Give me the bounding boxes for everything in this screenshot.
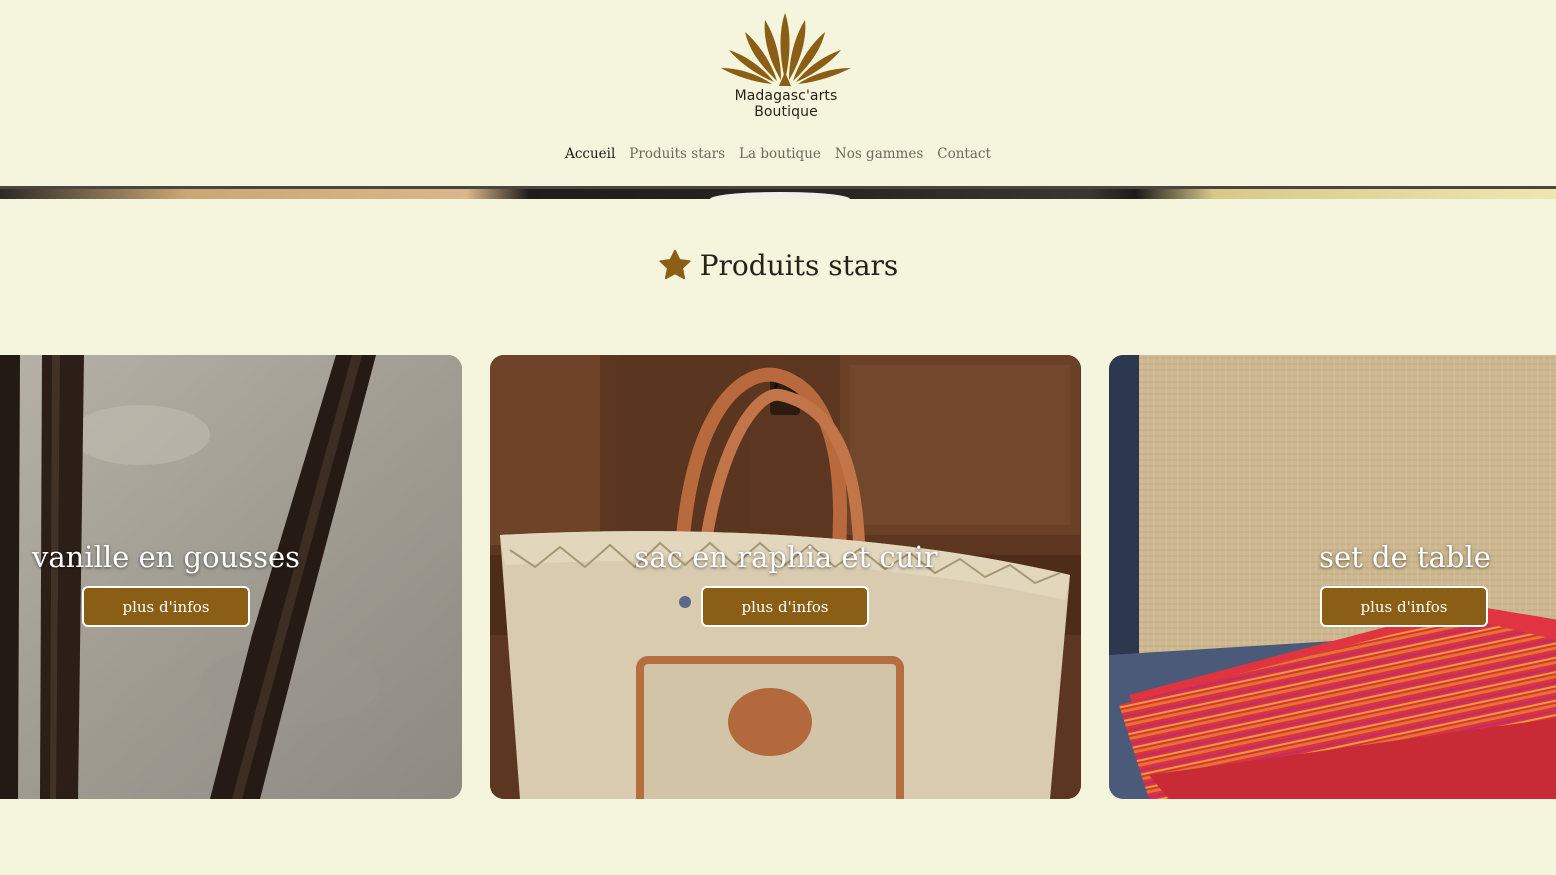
star-icon: [659, 249, 691, 280]
more-info-button[interactable]: plus d'infos: [1320, 586, 1488, 627]
vanilla-pods-photo: [0, 355, 462, 799]
product-title: sac en raphia et cuir: [634, 540, 938, 574]
main-nav: Accueil Produits stars La boutique Nos g…: [0, 144, 1556, 164]
section-heading: Produits stars: [0, 248, 1556, 282]
table-set-photo: [1109, 355, 1556, 799]
brand-logo[interactable]: Madagasc'arts Boutique: [719, 10, 853, 125]
nav-item-accueil[interactable]: Accueil: [565, 144, 615, 164]
nav-item-contact[interactable]: Contact: [937, 144, 991, 164]
more-info-button[interactable]: plus d'infos: [701, 586, 869, 627]
brand-subtitle: Boutique: [754, 104, 818, 120]
brand-name: Madagasc'arts: [734, 88, 838, 104]
product-title: vanille en gousses: [31, 540, 301, 574]
raffia-bag-photo: [490, 355, 1081, 799]
section-title: Produits stars: [699, 248, 899, 282]
nav-item-la-boutique[interactable]: La boutique: [739, 144, 821, 164]
site-header: Madagasc'arts Boutique Accueil Produits …: [0, 0, 1556, 186]
product-card-table-set[interactable]: [1109, 355, 1556, 799]
more-info-button[interactable]: plus d'infos: [82, 586, 250, 627]
product-card-bag[interactable]: [490, 355, 1081, 799]
nav-item-nos-gammes[interactable]: Nos gammes: [835, 144, 923, 164]
leaf-fan-logo-icon: [721, 13, 851, 86]
product-card-vanilla[interactable]: [0, 355, 462, 799]
product-title: set de table: [1319, 540, 1491, 574]
hero-banner-image: [0, 186, 1556, 199]
nav-item-produits-stars[interactable]: Produits stars: [629, 144, 725, 164]
